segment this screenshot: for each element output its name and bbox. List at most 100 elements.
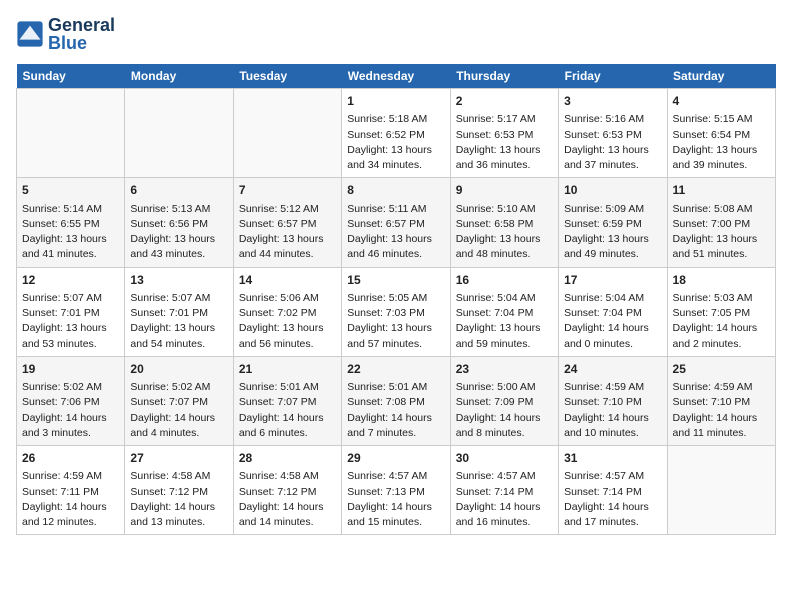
calendar-cell: 31Sunrise: 4:57 AMSunset: 7:14 PMDayligh…: [559, 446, 667, 535]
day-info: and 56 minutes.: [239, 337, 336, 352]
calendar-cell: 27Sunrise: 4:58 AMSunset: 7:12 PMDayligh…: [125, 446, 233, 535]
calendar-cell: 11Sunrise: 5:08 AMSunset: 7:00 PMDayligh…: [667, 178, 775, 267]
day-info: Daylight: 14 hours: [239, 411, 336, 426]
day-number: 13: [130, 272, 227, 289]
day-info: Sunrise: 5:02 AM: [130, 380, 227, 395]
calendar-cell: 23 Sunrise: 5:00 AMSunset: 7:09 PMDayligh…: [450, 356, 558, 445]
day-info: Daylight: 13 hours: [347, 232, 444, 247]
week-row-2: 5 Sunrise: 5:14 AMSunset: 6:55 PM Daylight…: [17, 178, 776, 267]
calendar-cell: 2Sunrise: 5:17 AMSunset: 6:53 PMDaylight…: [450, 89, 558, 178]
calendar-cell: 14Sunrise: 5:06 AMSunset: 7:02 PMDayligh…: [233, 267, 341, 356]
day-info: and 0 minutes.: [564, 337, 661, 352]
day-number: 11: [673, 182, 770, 199]
day-info: and 12 minutes.: [22, 515, 119, 530]
calendar-cell: 16Sunrise: 5:04 AMSunset: 7:04 PMDayligh…: [450, 267, 558, 356]
day-number: 19: [22, 361, 119, 378]
day-info: Sunrise: 5:00 AM: [456, 380, 553, 395]
calendar-cell: 1Sunrise: 5:18 AMSunset: 6:52 PMDaylight…: [342, 89, 450, 178]
day-info: Daylight: 14 hours: [456, 411, 553, 426]
day-number: 21: [239, 361, 336, 378]
day-number: 1: [347, 93, 444, 110]
calendar-cell: 21Sunrise: 5:01 AMSunset: 7:07 PMDayligh…: [233, 356, 341, 445]
calendar-cell: 8 Sunrise: 5:11 AMSunset: 6:57 PMDaylight…: [342, 178, 450, 267]
calendar-cell: 20Sunrise: 5:02 AMSunset: 7:07 PMDayligh…: [125, 356, 233, 445]
week-row-5: 26Sunrise: 4:59 AMSunset: 7:11 PMDayligh…: [17, 446, 776, 535]
day-info: Sunrise: 5:07 AM: [22, 291, 119, 306]
day-info: Sunrise: 5:04 AM: [564, 291, 661, 306]
day-info: Sunrise: 5:09 AM: [564, 202, 661, 217]
day-number: 6: [130, 182, 227, 199]
day-info: Sunset: 6:56 PM: [130, 217, 227, 232]
day-number: 12: [22, 272, 119, 289]
day-number: 5: [22, 182, 119, 199]
calendar-cell: 18Sunrise: 5:03 AMSunset: 7:05 PMDayligh…: [667, 267, 775, 356]
day-info: Daylight: 14 hours: [564, 500, 661, 515]
day-info: and 53 minutes.: [22, 337, 119, 352]
day-info: Sunset: 7:05 PM: [673, 306, 770, 321]
day-info: Sunset: 7:04 PM: [456, 306, 553, 321]
day-info: Sunset: 6:55 PM: [22, 217, 119, 232]
day-info: and 7 minutes.: [347, 426, 444, 441]
day-info: Sunrise: 5:11 AM: [347, 202, 444, 217]
day-info: Daylight: 13 hours: [239, 232, 336, 247]
day-info: and 34 minutes.: [347, 158, 444, 173]
day-info: and 51 minutes.: [673, 247, 770, 262]
day-info: Sunset: 6:53 PM: [456, 128, 553, 143]
day-info: Daylight: 14 hours: [564, 411, 661, 426]
calendar-cell: 13Sunrise: 5:07 AMSunset: 7:01 PMDayligh…: [125, 267, 233, 356]
day-info: Sunset: 7:02 PM: [239, 306, 336, 321]
day-info: Sunrise: 5:02 AM: [22, 380, 119, 395]
day-number: 17: [564, 272, 661, 289]
header-wednesday: Wednesday: [342, 64, 450, 89]
day-info: and 13 minutes.: [130, 515, 227, 530]
header-thursday: Thursday: [450, 64, 558, 89]
day-info: and 37 minutes.: [564, 158, 661, 173]
day-info: Daylight: 14 hours: [22, 500, 119, 515]
day-info: Sunset: 7:14 PM: [564, 485, 661, 500]
day-info: Daylight: 13 hours: [456, 321, 553, 336]
day-number: 2: [456, 93, 553, 110]
day-info: Sunset: 6:59 PM: [564, 217, 661, 232]
day-info: Sunrise: 5:14 AM: [22, 202, 119, 217]
week-row-1: 1Sunrise: 5:18 AMSunset: 6:52 PMDaylight…: [17, 89, 776, 178]
day-info: and 41 minutes.: [22, 247, 119, 262]
day-info: Daylight: 14 hours: [673, 321, 770, 336]
calendar-cell: 22Sunrise: 5:01 AMSunset: 7:08 PMDayligh…: [342, 356, 450, 445]
header-friday: Friday: [559, 64, 667, 89]
day-info: and 14 minutes.: [239, 515, 336, 530]
day-info: Sunset: 7:09 PM: [456, 395, 553, 410]
day-info: Daylight: 13 hours: [130, 321, 227, 336]
calendar-cell: 6Sunrise: 5:13 AMSunset: 6:56 PMDaylight…: [125, 178, 233, 267]
day-number: 8: [347, 182, 444, 199]
day-number: 15: [347, 272, 444, 289]
day-info: Sunset: 7:08 PM: [347, 395, 444, 410]
day-info: Sunrise: 4:59 AM: [564, 380, 661, 395]
day-info: Sunset: 6:57 PM: [239, 217, 336, 232]
day-info: Sunset: 7:03 PM: [347, 306, 444, 321]
day-number: 23: [456, 361, 553, 378]
day-info: Daylight: 13 hours: [673, 143, 770, 158]
day-info: and 48 minutes.: [456, 247, 553, 262]
day-info: Sunset: 6:52 PM: [347, 128, 444, 143]
day-info: Sunrise: 5:08 AM: [673, 202, 770, 217]
day-info: Sunrise: 4:59 AM: [22, 469, 119, 484]
week-row-3: 12Sunrise: 5:07 AMSunset: 7:01 PMDayligh…: [17, 267, 776, 356]
day-info: and 43 minutes.: [130, 247, 227, 262]
day-info: Sunset: 7:13 PM: [347, 485, 444, 500]
day-info: Sunset: 7:10 PM: [564, 395, 661, 410]
day-info: Sunrise: 5:01 AM: [347, 380, 444, 395]
day-info: Sunset: 7:04 PM: [564, 306, 661, 321]
day-info: and 39 minutes.: [673, 158, 770, 173]
day-info: and 57 minutes.: [347, 337, 444, 352]
day-info: Daylight: 13 hours: [22, 321, 119, 336]
header-tuesday: Tuesday: [233, 64, 341, 89]
calendar-cell: [233, 89, 341, 178]
day-number: 30: [456, 450, 553, 467]
day-info: Sunrise: 5:03 AM: [673, 291, 770, 306]
day-info: Daylight: 14 hours: [347, 411, 444, 426]
header-sunday: Sunday: [17, 64, 125, 89]
day-number: 27: [130, 450, 227, 467]
day-info: and 44 minutes.: [239, 247, 336, 262]
day-info: Daylight: 13 hours: [456, 143, 553, 158]
day-info: Sunset: 6:57 PM: [347, 217, 444, 232]
